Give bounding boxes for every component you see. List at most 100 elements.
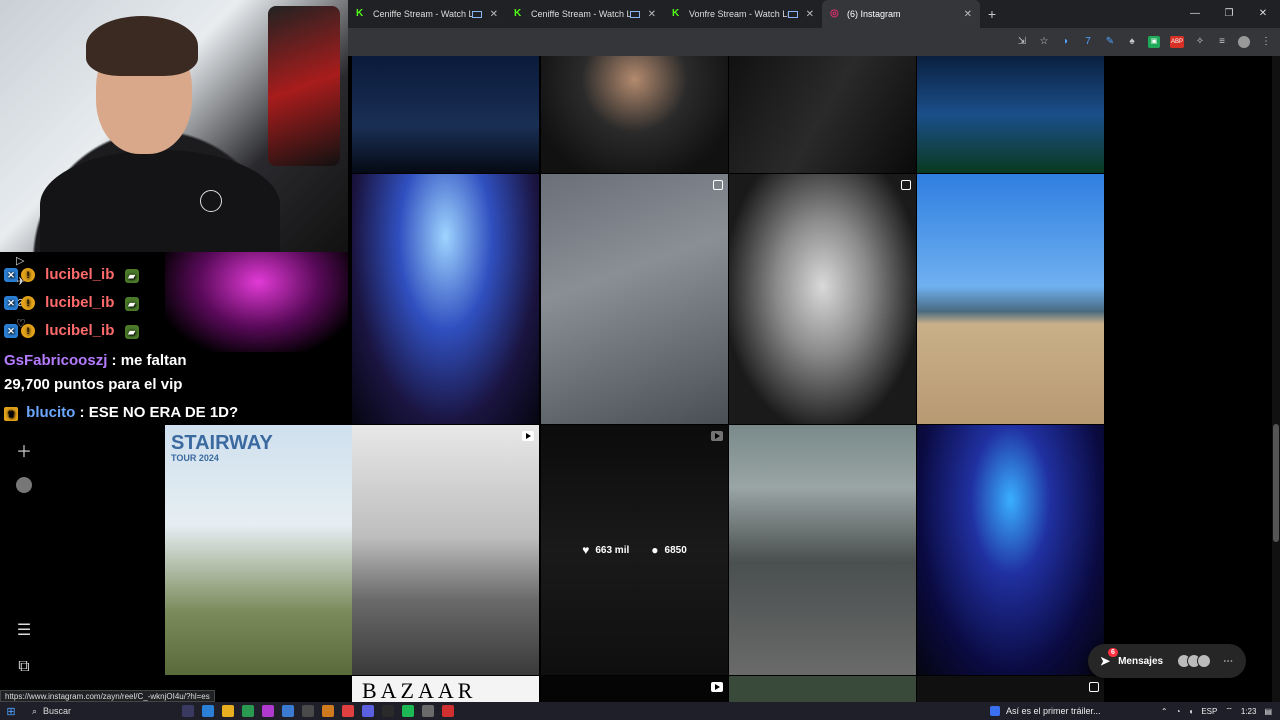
app-icon[interactable]	[422, 705, 434, 717]
restore-icon[interactable]: ❐	[1212, 0, 1246, 28]
new-tab-button[interactable]: +	[980, 6, 1004, 22]
chat-username[interactable]: GsFabricooszj	[4, 352, 107, 369]
app-icon[interactable]	[262, 705, 274, 717]
webcam-overlay	[0, 0, 348, 252]
window-controls: — ❐ ✕	[1178, 0, 1280, 28]
adblock-icon[interactable]: ABP	[1170, 36, 1184, 48]
post-thumbnail[interactable]	[729, 174, 916, 424]
post-thumbnail[interactable]	[352, 56, 539, 173]
chat-message: me faltan	[120, 352, 187, 369]
close-window-icon[interactable]: ✕	[1246, 0, 1280, 28]
sub-badge-icon: ✕	[4, 296, 18, 311]
message-avatars	[1177, 654, 1212, 668]
app-icon[interactable]	[442, 705, 454, 717]
tray-chevron-icon[interactable]: ⌃	[1161, 707, 1168, 716]
extension-wave-icon[interactable]: ◗	[1060, 36, 1072, 48]
post-thumbnail[interactable]	[729, 56, 916, 173]
chat-line: ✕! lucibel_ib ▰	[4, 322, 139, 339]
create-plus-icon[interactable]: ＋	[14, 438, 34, 462]
taskbar-search[interactable]: ⌕ Buscar	[22, 704, 162, 718]
comments-count: ● 6850	[651, 543, 687, 557]
post-thumbnail[interactable]	[541, 56, 728, 173]
extensions-puzzle-icon[interactable]: ✧	[1194, 36, 1206, 48]
app-icon[interactable]	[322, 705, 334, 717]
close-tab-icon[interactable]: ✕	[806, 9, 814, 20]
edge-icon[interactable]	[202, 705, 214, 717]
post-thumbnail[interactable]	[352, 425, 539, 675]
scrollbar-thumb[interactable]	[1273, 424, 1279, 542]
minimize-icon[interactable]: —	[1178, 0, 1212, 28]
comment-filled-icon: ●	[651, 543, 659, 557]
install-app-icon[interactable]: ⇲	[1016, 36, 1028, 48]
tab-instagram[interactable]: ◎ (6) Instagram ✕	[822, 0, 980, 28]
send-icon: ➤ 6	[1100, 648, 1118, 668]
close-tab-icon[interactable]: ✕	[490, 9, 498, 20]
instagram-page: STAIRWAY TOUR 2024 ♥ 663 mil ● 6850 BAZAAR	[165, 56, 1280, 702]
taskbar-notification[interactable]: Así es el primer tráiler...	[990, 702, 1101, 720]
windows-start-icon[interactable]: ⊞	[0, 705, 22, 718]
extension-glove-icon[interactable]: ♠	[1126, 36, 1138, 48]
messages-button[interactable]: ➤ 6 Mensajes ⋯	[1088, 644, 1246, 678]
menu-dots-icon[interactable]: ⋮	[1260, 36, 1272, 48]
chat-username[interactable]: lucibel_ib	[45, 322, 114, 339]
windows-taskbar: ⊞ ⌕ Buscar Así es el primer tráiler... ⌃…	[0, 702, 1280, 720]
explorer-icon[interactable]	[222, 705, 234, 717]
discord-icon[interactable]	[362, 705, 374, 717]
close-tab-icon[interactable]: ✕	[648, 9, 656, 20]
poster-title: STAIRWAY	[171, 432, 273, 454]
post-thumbnail[interactable]	[917, 56, 1104, 173]
tab-ceniffe-2[interactable]: K Ceniffe Stream - Watch Live ✕	[506, 0, 664, 28]
app-icon[interactable]	[242, 705, 254, 717]
clock[interactable]: 1:23	[1241, 707, 1257, 716]
post-thumbnail[interactable]	[917, 425, 1104, 675]
app-icon[interactable]	[302, 705, 314, 717]
heart-filled-icon: ♥	[582, 543, 590, 557]
chat-username[interactable]: lucibel_ib	[45, 266, 114, 283]
shirt-logo	[200, 190, 222, 212]
spotify-icon[interactable]	[402, 705, 414, 717]
extension-green-icon[interactable]: ▣	[1148, 36, 1160, 48]
page-scrollbar[interactable]	[1272, 56, 1280, 702]
chat-username[interactable]: blucito	[26, 404, 75, 421]
media-playing-icon	[471, 10, 482, 18]
post-thumbnail[interactable]: BAZAAR	[352, 676, 539, 702]
post-thumbnail[interactable]	[729, 676, 916, 702]
tab-ceniffe-1[interactable]: K Ceniffe Stream - Watch Live ✕	[348, 0, 506, 28]
post-thumbnail[interactable]	[541, 676, 728, 702]
system-tray: ⌃ ◔ ◖ ESP ⌔ 1:23 ▤	[1161, 702, 1280, 720]
search-icon: ⌕	[32, 705, 38, 716]
gift-badge-icon: !	[21, 296, 35, 311]
language-indicator[interactable]: ESP	[1201, 707, 1217, 716]
close-tab-icon[interactable]: ✕	[964, 9, 972, 20]
wifi-icon[interactable]: ⌔	[1225, 706, 1233, 716]
obs-icon[interactable]	[382, 705, 394, 717]
profile-avatar-icon[interactable]	[1238, 36, 1250, 48]
bookmark-star-icon[interactable]: ☆	[1038, 36, 1050, 48]
chat-username[interactable]: lucibel_ib	[45, 294, 114, 311]
media-playing-icon	[629, 10, 640, 18]
volume-icon[interactable]: ◖	[1188, 707, 1193, 716]
extension-translate-icon[interactable]: ✎	[1104, 36, 1116, 48]
threads-icon[interactable]: ⧉	[14, 658, 34, 676]
post-thumbnail[interactable]	[729, 425, 916, 675]
chat-line: ✕! lucibel_ib ▰	[4, 266, 139, 283]
extension-7tv-icon[interactable]: 7	[1082, 36, 1094, 48]
network-icon[interactable]: ◔	[1176, 707, 1181, 716]
chrome-icon[interactable]	[342, 705, 354, 717]
post-thumbnail[interactable]	[352, 174, 539, 424]
notifications-icon[interactable]: ▤	[1264, 707, 1272, 716]
chat-message: ESE NO ERA DE 1D?	[88, 404, 239, 421]
reading-list-icon[interactable]: ≡	[1216, 36, 1228, 48]
profile-avatar[interactable]	[16, 477, 32, 493]
app-icon[interactable]	[282, 705, 294, 717]
more-menu-icon[interactable]: ☰	[14, 620, 34, 640]
post-thumbnail[interactable]	[917, 174, 1104, 424]
emote-icon: ▰	[124, 297, 139, 311]
post-thumbnail[interactable]	[541, 174, 728, 424]
post-thumbnail[interactable]: STAIRWAY TOUR 2024	[165, 425, 352, 675]
streamer-hair	[86, 16, 198, 76]
tab-vonfre[interactable]: K Vonfre Stream - Watch Live ✕	[664, 0, 822, 28]
post-thumbnail-hovered[interactable]: ♥ 663 mil ● 6850	[541, 425, 728, 675]
task-view-icon[interactable]	[182, 705, 194, 717]
post-thumbnail[interactable]	[917, 676, 1104, 702]
